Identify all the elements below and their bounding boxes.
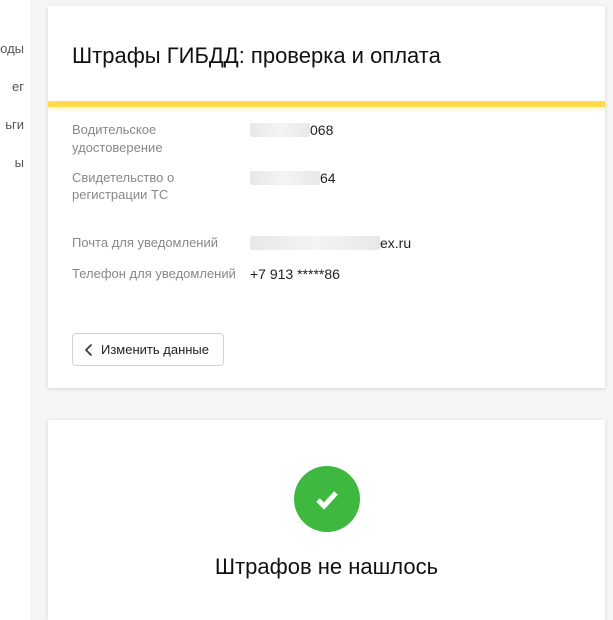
row-license: Водительское удостоверение 068 (72, 121, 581, 156)
edit-data-button[interactable]: Изменить данные (72, 333, 224, 366)
sidebar-item-1[interactable]: ег (0, 68, 30, 106)
row-phone: Телефон для уведомлений +7 913 *****86 (72, 265, 581, 284)
redacted-segment (250, 123, 310, 137)
row-registration: Свидетельство о регистрации ТС 64 (72, 169, 581, 204)
sidebar-item-3[interactable]: ы (0, 144, 30, 182)
edit-data-label: Изменить данные (101, 342, 209, 357)
chevron-left-icon (83, 344, 95, 356)
value-email-text: ex.ru (380, 235, 411, 251)
details-card: Штрафы ГИБДД: проверка и оплата Водитель… (48, 6, 605, 388)
label-license: Водительское удостоверение (72, 121, 250, 156)
result-title: Штрафов не нашлось (48, 554, 605, 580)
page-title: Штрафы ГИБДД: проверка и оплата (48, 21, 605, 87)
label-registration: Свидетельство о регистрации ТС (72, 169, 250, 204)
sidebar-item-2[interactable]: ьги (0, 106, 30, 144)
result-card: Штрафов не нашлось (48, 420, 605, 620)
sidebar-item-0[interactable]: оды (0, 30, 30, 68)
value-license: 068 (250, 121, 333, 140)
value-registration: 64 (250, 169, 336, 188)
success-badge (294, 466, 360, 532)
redacted-segment (250, 171, 320, 185)
check-icon (309, 481, 345, 517)
value-phone: +7 913 *****86 (250, 265, 340, 284)
sidebar: оды ег ьги ы (0, 0, 30, 620)
label-email: Почта для уведомлений (72, 234, 250, 252)
redacted-segment (250, 236, 380, 250)
row-email: Почта для уведомлений ex.ru (72, 234, 581, 253)
value-registration-text: 64 (320, 170, 336, 186)
info-block: Водительское удостоверение 068 Свидетель… (48, 107, 605, 303)
label-phone: Телефон для уведомлений (72, 265, 250, 283)
value-email: ex.ru (250, 234, 411, 253)
value-license-text: 068 (310, 122, 333, 138)
